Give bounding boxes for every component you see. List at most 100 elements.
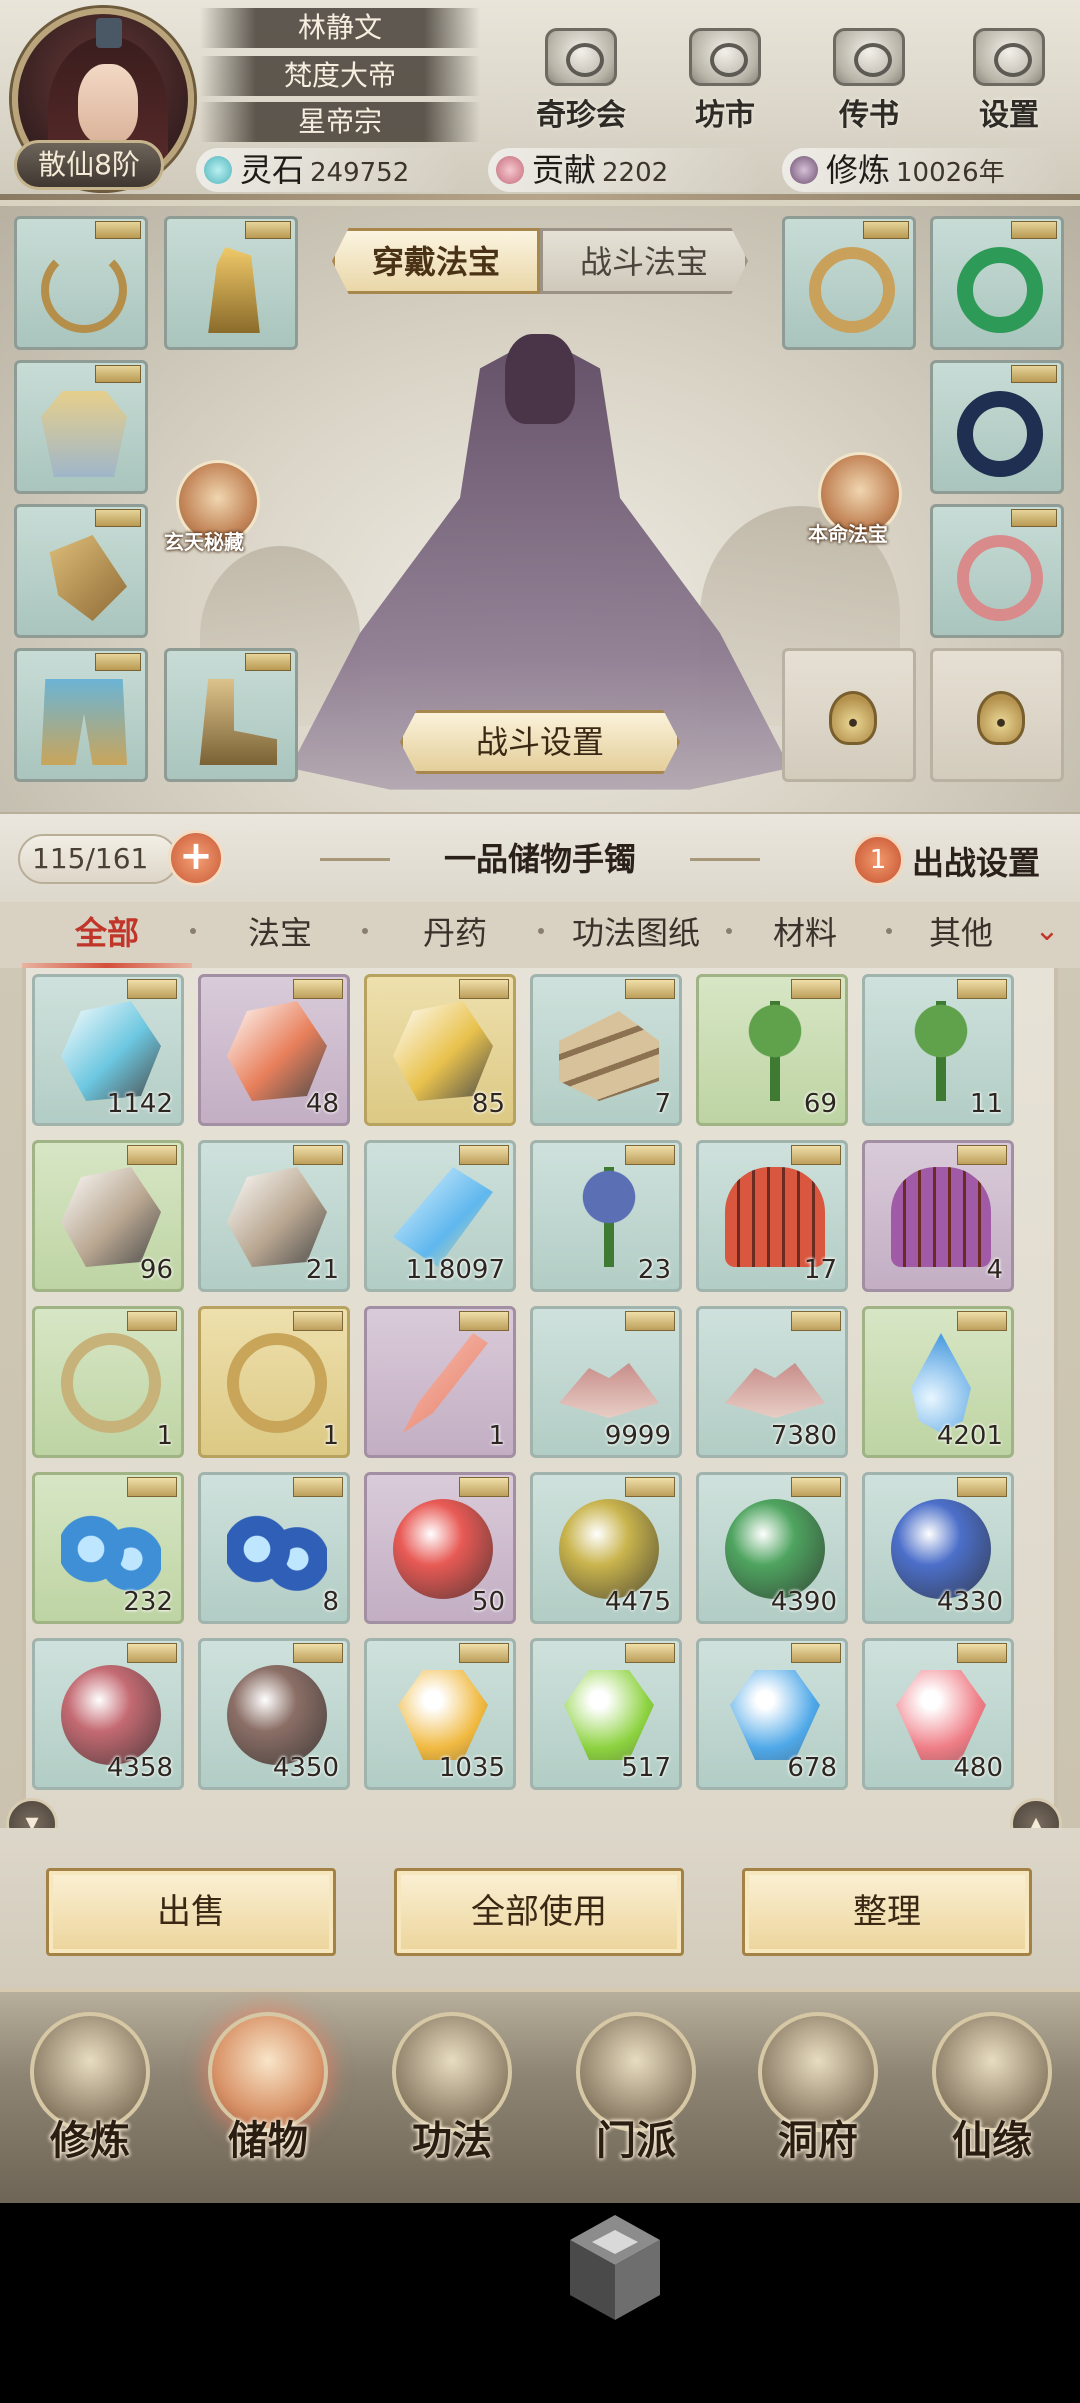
grade-tag bbox=[625, 1477, 675, 1497]
nav-cultivate[interactable]: 修炼 bbox=[10, 2012, 170, 2202]
sand-pile-icon bbox=[725, 1363, 825, 1418]
item-slot[interactable]: 1035 bbox=[364, 1638, 516, 1790]
grade-tag bbox=[245, 221, 291, 239]
item-slot[interactable]: 4350 bbox=[198, 1638, 350, 1790]
item-slot[interactable]: 11 bbox=[862, 974, 1014, 1126]
item-slot[interactable]: 4330 bbox=[862, 1472, 1014, 1624]
water-wave-icon bbox=[61, 1499, 161, 1599]
item-slot[interactable]: 118097 bbox=[364, 1140, 516, 1292]
slot-armor[interactable] bbox=[14, 360, 148, 494]
grade-tag bbox=[95, 653, 141, 671]
tab-materials[interactable]: 材料 bbox=[730, 902, 880, 968]
gear-icon bbox=[973, 28, 1045, 86]
item-slot[interactable]: 4475 bbox=[530, 1472, 682, 1624]
sell-button[interactable]: 出售 bbox=[46, 1868, 336, 1956]
resource-contribution: 贡献 2202 bbox=[488, 148, 768, 192]
item-count: 1 bbox=[322, 1421, 339, 1451]
tab-worn-treasures[interactable]: 穿戴法宝 bbox=[332, 228, 540, 294]
slot-necklace[interactable] bbox=[14, 216, 148, 350]
settings-button[interactable]: 设置 bbox=[954, 28, 1064, 133]
item-slot[interactable]: 17 bbox=[696, 1140, 848, 1292]
item-slot[interactable]: 480 bbox=[862, 1638, 1014, 1790]
item-slot[interactable]: 517 bbox=[530, 1638, 682, 1790]
floating-cube-icon[interactable] bbox=[560, 2210, 670, 2330]
tab-battle-treasures[interactable]: 战斗法宝 bbox=[540, 228, 748, 294]
grade-tag bbox=[127, 1643, 177, 1663]
item-slot[interactable]: 9999 bbox=[530, 1306, 682, 1458]
item-slot[interactable]: 48 bbox=[198, 974, 350, 1126]
item-slot[interactable]: 85 bbox=[364, 974, 516, 1126]
item-count: 8 bbox=[322, 1587, 339, 1617]
tab-treasures[interactable]: 法宝 bbox=[200, 902, 360, 968]
chevron-down-icon[interactable]: ⌄ bbox=[1030, 916, 1064, 950]
item-slot[interactable]: 50 bbox=[364, 1472, 516, 1624]
tab-other[interactable]: 其他 bbox=[896, 902, 1026, 968]
item-count: 4330 bbox=[936, 1587, 1003, 1617]
item-slot[interactable]: 1 bbox=[32, 1306, 184, 1458]
wood-logs-icon bbox=[559, 1011, 659, 1101]
market-button[interactable]: 坊市 bbox=[670, 28, 780, 133]
slot-hat[interactable] bbox=[164, 216, 298, 350]
game-screen: 散仙8阶 林静文 梵度大帝 星帝宗 奇珍会 坊市 传书 设置 灵石 249752 … bbox=[0, 0, 1080, 2203]
nav-cave[interactable]: 洞府 bbox=[738, 2012, 898, 2202]
spirit-stone-value: 249752 bbox=[310, 158, 410, 188]
item-slot[interactable]: 1142 bbox=[32, 974, 184, 1126]
grade-tag bbox=[957, 1145, 1007, 1165]
grade-tag bbox=[791, 1145, 841, 1165]
slot-gloves[interactable] bbox=[14, 504, 148, 638]
item-slot[interactable]: 678 bbox=[696, 1638, 848, 1790]
item-slot[interactable]: 1 bbox=[198, 1306, 350, 1458]
slot-locked[interactable] bbox=[782, 648, 916, 782]
cultivation-value: 10026年 bbox=[896, 158, 1005, 188]
nav-storage[interactable]: 储物 bbox=[188, 2012, 348, 2202]
item-slot[interactable]: 96 bbox=[32, 1140, 184, 1292]
item-count: 9999 bbox=[604, 1421, 671, 1451]
slot-pants[interactable] bbox=[14, 648, 148, 782]
battle-settings-button[interactable]: 战斗设置 bbox=[400, 710, 680, 774]
boots-icon bbox=[199, 679, 277, 765]
tab-manuals[interactable]: 功法图纸 bbox=[546, 902, 726, 968]
nav-fate[interactable]: 仙缘 bbox=[912, 2012, 1072, 2202]
nav-sect[interactable]: 门派 bbox=[556, 2012, 716, 2202]
item-count: 4201 bbox=[936, 1421, 1003, 1451]
mail-button[interactable]: 传书 bbox=[814, 28, 924, 133]
item-slot[interactable]: 23 bbox=[530, 1140, 682, 1292]
slot-locked[interactable] bbox=[930, 648, 1064, 782]
item-count: 1 bbox=[488, 1421, 505, 1451]
slot-ring-gold[interactable] bbox=[782, 216, 916, 350]
grade-tag bbox=[293, 1643, 343, 1663]
herb-sprout-icon bbox=[891, 1001, 991, 1101]
nav-skills[interactable]: 功法 bbox=[372, 2012, 532, 2202]
blue-gem-icon bbox=[730, 1670, 820, 1760]
item-slot[interactable]: 4 bbox=[862, 1140, 1014, 1292]
item-slot[interactable]: 7 bbox=[530, 974, 682, 1126]
ore-rock-icon bbox=[227, 1167, 327, 1267]
item-slot[interactable]: 69 bbox=[696, 974, 848, 1126]
slot-ring-dark[interactable] bbox=[930, 360, 1064, 494]
use-all-button[interactable]: 全部使用 bbox=[394, 1868, 684, 1956]
grade-tag bbox=[95, 509, 141, 527]
item-slot[interactable]: 21 bbox=[198, 1140, 350, 1292]
item-slot[interactable]: 4201 bbox=[862, 1306, 1014, 1458]
market-icon bbox=[689, 28, 761, 86]
treasure-pavilion-button[interactable]: 奇珍会 bbox=[526, 28, 636, 133]
grade-tag bbox=[127, 1145, 177, 1165]
tab-all[interactable]: 全部 bbox=[22, 902, 192, 968]
item-slot[interactable]: 8 bbox=[198, 1472, 350, 1624]
item-slot[interactable]: 232 bbox=[32, 1472, 184, 1624]
slot-boots[interactable] bbox=[164, 648, 298, 782]
grade-tag bbox=[1011, 365, 1057, 383]
item-slot[interactable]: 4358 bbox=[32, 1638, 184, 1790]
slot-ring-rose[interactable] bbox=[930, 504, 1064, 638]
grade-tag bbox=[459, 1145, 509, 1165]
item-slot[interactable]: 1 bbox=[364, 1306, 516, 1458]
expand-bag-button[interactable]: + bbox=[168, 830, 224, 886]
tab-pills[interactable]: 丹药 bbox=[372, 902, 538, 968]
deploy-settings-button[interactable]: 1 出战设置 bbox=[852, 832, 1062, 888]
grade-tag bbox=[127, 979, 177, 999]
item-slot[interactable]: 4390 bbox=[696, 1472, 848, 1624]
sort-button[interactable]: 整理 bbox=[742, 1868, 1032, 1956]
green-gem-icon bbox=[564, 1670, 654, 1760]
slot-ring-jade[interactable] bbox=[930, 216, 1064, 350]
item-slot[interactable]: 7380 bbox=[696, 1306, 848, 1458]
